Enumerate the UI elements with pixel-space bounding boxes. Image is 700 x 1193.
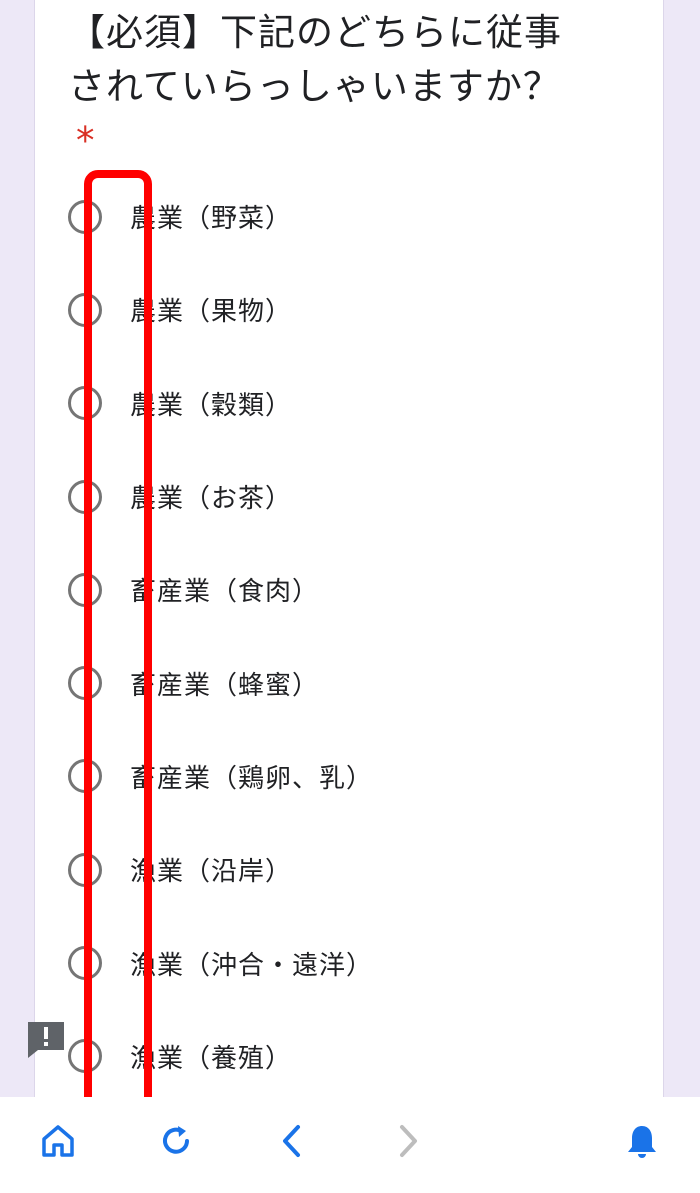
radio-option-label: 漁業（沖合・遠洋）: [130, 950, 374, 981]
radio-option[interactable]: 農業（お茶）: [66, 450, 586, 543]
radio-option[interactable]: 漁業（養殖）: [66, 1010, 586, 1103]
radio-option[interactable]: 漁業（沿岸）: [66, 823, 586, 916]
radio-option[interactable]: 農業（野菜）: [66, 170, 586, 263]
radio-option-label: 畜産業（鶏卵、乳）: [130, 763, 374, 794]
radio-option-label: 農業（野菜）: [130, 204, 293, 235]
radio-option[interactable]: 農業（穀類）: [66, 357, 586, 450]
home-icon[interactable]: [36, 1119, 80, 1163]
radio-group: 農業（野菜） 農業（果物） 農業（穀類） 農業（お茶） 畜産業（食肉） 畜産業（…: [66, 170, 586, 1103]
radio-option-label: 漁業（養殖）: [130, 1043, 293, 1074]
radio-button[interactable]: [68, 572, 102, 607]
radio-button[interactable]: [68, 1039, 102, 1074]
radio-option-label: 農業（穀類）: [130, 390, 293, 421]
radio-option[interactable]: 畜産業（蜂蜜）: [66, 636, 586, 729]
radio-option[interactable]: 漁業（沖合・遠洋）: [66, 916, 586, 1009]
reload-icon[interactable]: [154, 1119, 198, 1163]
radio-button[interactable]: [68, 479, 102, 514]
chevron-right-icon: [386, 1119, 430, 1163]
chevron-left-icon[interactable]: [270, 1119, 314, 1163]
question-title: 【必須】下記のどちらに従事されていらっしゃいますか？ *: [68, 6, 568, 168]
radio-option-label: 漁業（沿岸）: [130, 857, 293, 888]
radio-button[interactable]: [68, 946, 102, 981]
radio-button[interactable]: [68, 759, 102, 794]
radio-option-label: 農業（果物）: [130, 297, 293, 328]
radio-button[interactable]: [68, 666, 102, 701]
required-mark: *: [76, 119, 96, 162]
radio-option[interactable]: 農業（果物）: [66, 263, 586, 356]
feedback-icon[interactable]: [26, 1020, 66, 1060]
browser-bottom-bar: [0, 1097, 700, 1193]
radio-option[interactable]: 畜産業（鶏卵、乳）: [66, 730, 586, 823]
radio-option-label: 畜産業（蜂蜜）: [130, 670, 320, 701]
bell-icon[interactable]: [620, 1119, 664, 1163]
radio-option[interactable]: 畜産業（食肉）: [66, 543, 586, 636]
radio-option-label: 畜産業（食肉）: [130, 577, 320, 608]
radio-button[interactable]: [68, 292, 102, 327]
radio-button[interactable]: [68, 852, 102, 887]
radio-button[interactable]: [68, 199, 102, 234]
question-text: 【必須】下記のどちらに従事されていらっしゃいますか？: [68, 11, 562, 108]
radio-button[interactable]: [68, 386, 102, 421]
radio-option-label: 農業（お茶）: [130, 484, 293, 515]
